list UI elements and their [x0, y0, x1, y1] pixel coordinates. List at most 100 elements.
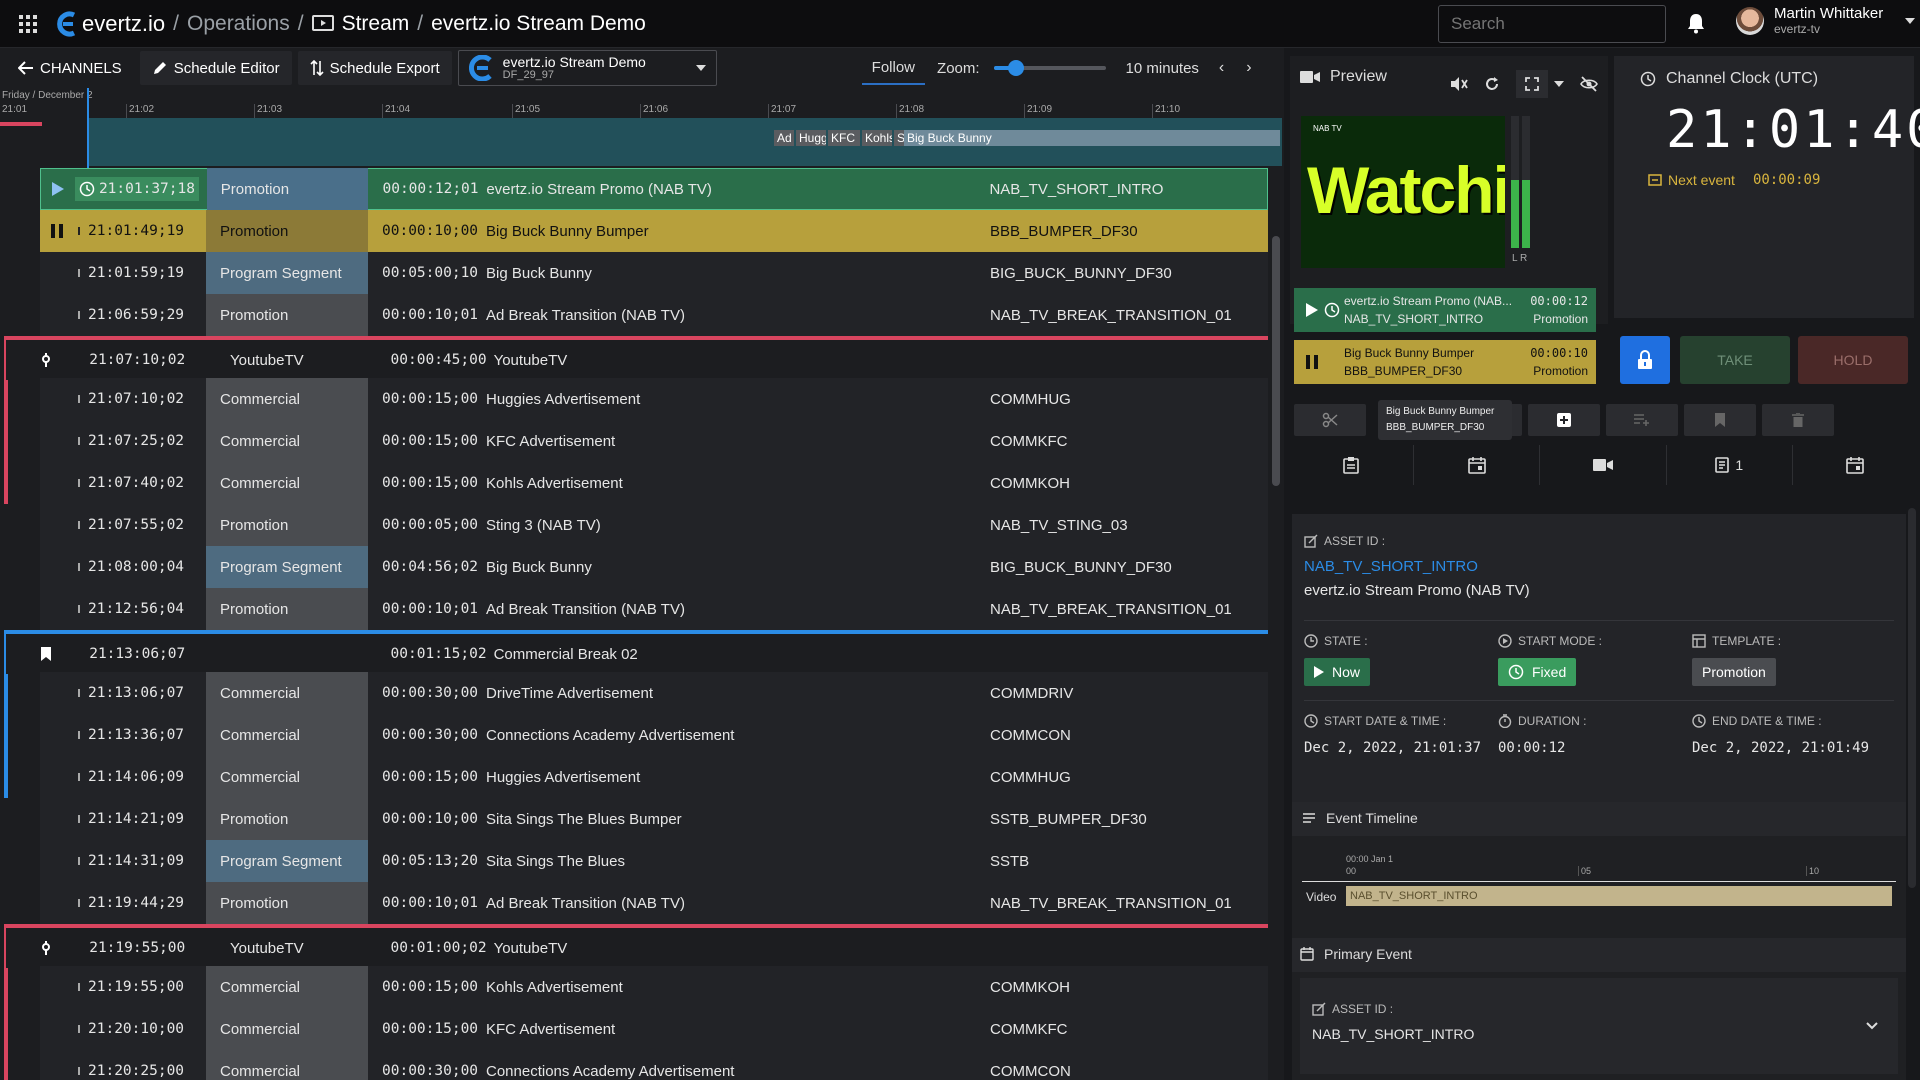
take-button[interactable]: TAKE — [1680, 336, 1790, 384]
row-time: 21:13:06;07 — [74, 685, 206, 701]
mute-icon[interactable] — [1450, 76, 1468, 92]
row-duration: 00:01:00;02 — [390, 940, 487, 956]
breadcrumb-operations[interactable]: Operations — [187, 12, 290, 36]
track-segment[interactable]: Hugg — [796, 130, 826, 146]
row-time: 21:13:36;07 — [74, 727, 206, 743]
cut-button[interactable] — [1294, 404, 1366, 436]
delete-button[interactable] — [1762, 404, 1834, 436]
asset-title: evertz.io Stream Promo (NAB TV) — [1304, 582, 1530, 599]
schedule-row[interactable]: 21:19:55;00 Commercial 00:00:15;00 Kohls… — [40, 966, 1268, 1008]
row-title: DriveTime Advertisement — [486, 684, 653, 702]
schedule-group-row[interactable]: 21:19:55;00 YoutubeTV 00:01:00;02 Youtub… — [6, 924, 1268, 968]
schedule-row-next[interactable]: 21:01:49;19 Promotion 00:00:10;00 Big Bu… — [40, 210, 1268, 252]
schedule-scrollbar[interactable] — [1270, 168, 1282, 1080]
bookmark-button[interactable] — [1684, 404, 1756, 436]
breadcrumb-stream[interactable]: Stream — [342, 12, 410, 36]
zoom-slider[interactable] — [993, 60, 1106, 76]
add-event-button[interactable] — [1528, 404, 1600, 436]
zoom-slider-handle[interactable] — [1007, 60, 1024, 76]
fullscreen-button[interactable] — [1516, 70, 1548, 98]
control-panel: Preview NAB TV Watching L R Channel Cloc… — [1284, 48, 1920, 1080]
apps-grid-icon[interactable] — [0, 0, 56, 48]
schedule-row[interactable]: 21:14:31;09 Program Segment 00:05:13;20 … — [40, 840, 1268, 882]
schedule-row[interactable]: 21:20:25;00 Commercial 00:00:30;00 Conne… — [40, 1050, 1268, 1080]
user-menu[interactable]: Martin Whittaker evertz-tv — [1736, 6, 1916, 36]
schedule-export-button[interactable]: Schedule Export — [297, 51, 452, 85]
channels-back-button[interactable]: CHANNELS — [6, 51, 134, 85]
follow-toggle[interactable]: Follow — [861, 51, 926, 85]
search-box[interactable] — [1438, 5, 1672, 43]
details-scrollbar[interactable] — [1908, 508, 1916, 888]
ruler-tick: 21:08 — [896, 104, 924, 118]
refresh-icon[interactable] — [1484, 76, 1500, 92]
row-asset: BBB_BUMPER_DF30 — [990, 222, 1138, 240]
schedule-row[interactable]: 21:13:06;07 Commercial 00:00:30;00 Drive… — [40, 672, 1268, 714]
schedule-row[interactable]: 21:14:06;09 Commercial 00:00:15;00 Huggi… — [40, 756, 1268, 798]
insert-after-button[interactable] — [1606, 404, 1678, 436]
schedule-row[interactable]: 21:13:36;07 Commercial 00:00:30;00 Conne… — [40, 714, 1268, 756]
schedule-row[interactable]: 21:01:59;19 Program Segment 00:05:00;10 … — [40, 252, 1268, 294]
event-timeline-clip[interactable]: NAB_TV_SHORT_INTRO — [1346, 886, 1892, 906]
notifications-bell-icon[interactable] — [1686, 12, 1706, 39]
pin-icon[interactable] — [6, 353, 85, 367]
bookmark-icon[interactable] — [6, 647, 85, 661]
lock-button[interactable] — [1620, 336, 1670, 384]
row-asset: BIG_BUCK_BUNNY_DF30 — [990, 558, 1172, 576]
caret-down-icon[interactable] — [1905, 18, 1916, 24]
row-time: 21:01:49;19 — [74, 223, 206, 239]
caret-down-icon[interactable] — [1554, 81, 1564, 87]
timeline-track[interactable]: Ad Hugg KFC Kohls S Big Buck Bunny — [0, 88, 1284, 168]
schedule-row[interactable]: 21:07:10;02 Commercial 00:00:15;00 Huggi… — [40, 378, 1268, 420]
clock-title: Channel Clock (UTC) — [1666, 70, 1819, 87]
schedule-group-row[interactable]: 21:07:10;02 YoutubeTV 00:00:45;00 Youtub… — [6, 336, 1268, 380]
schedule-scrollbar-thumb[interactable] — [1272, 236, 1280, 486]
schedule-row[interactable]: 21:19:44;29 Promotion 00:00:10;01 Ad Bre… — [40, 882, 1268, 924]
queue-card-playing[interactable]: 00:00:12 Promotion evertz.io Stream Prom… — [1294, 288, 1596, 332]
chevron-right-icon[interactable]: › — [1246, 59, 1251, 77]
schedule-row[interactable]: 21:06:59;29 Promotion 00:00:10;01 Ad Bre… — [40, 294, 1268, 336]
playhead[interactable] — [87, 88, 89, 168]
track-segment[interactable]: KFC — [828, 130, 860, 146]
chevron-down-icon[interactable] — [1866, 1022, 1878, 1030]
schedule-group-row[interactable]: 21:13:06;07 00:01:15;02 Commercial Break… — [6, 630, 1268, 674]
tab-details[interactable] — [1288, 445, 1415, 485]
row-type: Commercial — [206, 462, 368, 504]
schedule-row[interactable]: 21:07:40;02 Commercial 00:00:15;00 Kohls… — [40, 462, 1268, 504]
row-type: Promotion — [206, 882, 368, 924]
camera-icon — [1300, 71, 1320, 83]
calendar-event-icon — [1300, 947, 1314, 961]
queue-card-next[interactable]: 00:00:10 Promotion Big Buck Bunny Bumper… — [1294, 340, 1596, 384]
schedule-row[interactable]: 21:12:56;04 Promotion 00:00:10;01 Ad Bre… — [40, 588, 1268, 630]
play-icon[interactable] — [41, 182, 75, 196]
primary-event-card[interactable]: ASSET ID : NAB_TV_SHORT_INTRO — [1300, 978, 1898, 1074]
row-title: Ad Break Transition (NAB TV) — [486, 600, 685, 618]
track-segment[interactable]: S — [894, 130, 904, 146]
chevron-left-icon[interactable]: ‹ — [1219, 59, 1224, 77]
eye-off-icon[interactable] — [1580, 76, 1598, 92]
tab-calendar[interactable] — [1793, 445, 1918, 485]
tab-video[interactable] — [1540, 445, 1667, 485]
schedule-row[interactable]: 21:07:55;02 Promotion 00:00:05;00 Sting … — [40, 504, 1268, 546]
channel-selector[interactable]: evertz.io Stream Demo DF_29_97 — [457, 50, 717, 86]
track-segment[interactable]: Big Buck Bunny — [904, 130, 1280, 146]
tab-notes[interactable]: 1 — [1667, 445, 1793, 485]
tab-schedule[interactable] — [1414, 445, 1541, 485]
sort-arrows-icon — [310, 60, 324, 76]
schedule-row[interactable]: 21:08:00;04 Program Segment 00:04:56;02 … — [40, 546, 1268, 588]
evertz-logo[interactable]: evertz.io — [56, 11, 165, 37]
schedule-editor-button[interactable]: Schedule Editor — [139, 51, 292, 85]
schedule-row[interactable]: 21:20:10;00 Commercial 00:00:15;00 KFC A… — [40, 1008, 1268, 1050]
hold-button[interactable]: HOLD — [1798, 336, 1908, 384]
row-title: Sting 3 (NAB TV) — [486, 516, 601, 534]
pin-icon[interactable] — [6, 941, 85, 955]
preview-video[interactable]: NAB TV Watching — [1301, 116, 1505, 268]
asset-id-link[interactable]: NAB_TV_SHORT_INTRO — [1304, 558, 1478, 575]
schedule-row[interactable]: 21:14:21;09 Promotion 00:00:10;00 Sita S… — [40, 798, 1268, 840]
track-segment[interactable]: Kohls — [862, 130, 892, 146]
search-input[interactable] — [1451, 14, 1672, 34]
ruler-tick: 21:04 — [382, 104, 410, 118]
schedule-row[interactable]: 21:07:25;02 Commercial 00:00:15;00 KFC A… — [40, 420, 1268, 462]
schedule-row-playing[interactable]: 21:01:37;18 Promotion 00:00:12;01 evertz… — [40, 168, 1268, 210]
track-segment[interactable]: Ad — [774, 130, 794, 146]
pause-icon[interactable] — [40, 224, 74, 238]
